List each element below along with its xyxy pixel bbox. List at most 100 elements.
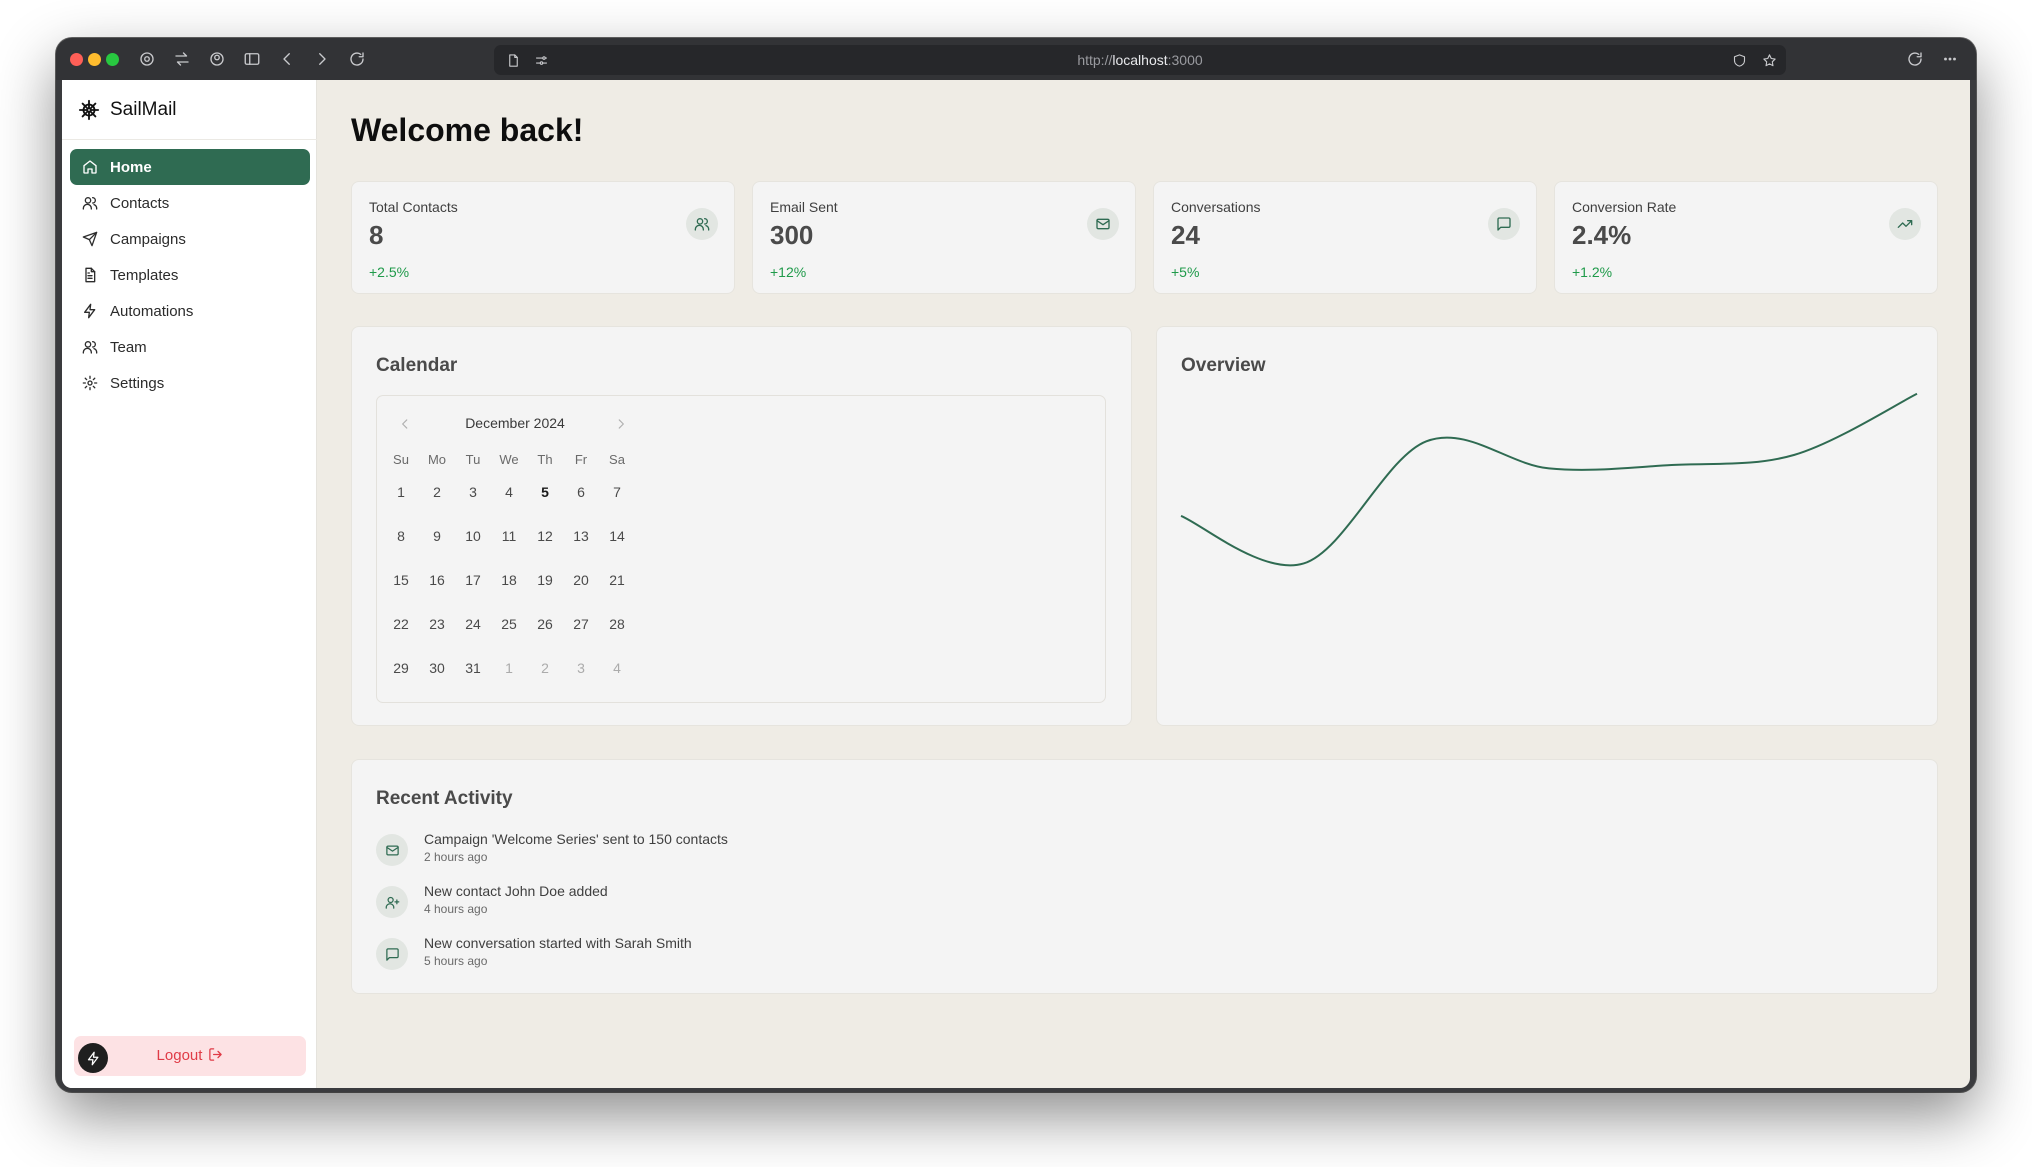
bolt-badge[interactable] [78,1043,108,1073]
sidebar-item-templates[interactable]: Templates [70,257,310,293]
stat-card-email-sent: Email Sent 300 +12% [752,181,1136,294]
calendar-day[interactable]: 26 [527,606,563,642]
calendar-day[interactable]: 5 [527,474,563,510]
calendar-day[interactable]: 22 [383,606,419,642]
overview-series-line [1180,392,1918,567]
url-text: http://localhost:3000 [1077,52,1203,68]
gear-icon[interactable] [135,47,159,71]
sidebar-item-label: Home [110,159,152,176]
activity-text: New conversation started with Sarah Smit… [424,935,692,951]
more-menu-icon[interactable] [1938,47,1962,71]
user-plus-icon [376,886,408,918]
sidebar-item-settings[interactable]: Settings [70,365,310,401]
logout-button[interactable]: Logout [74,1036,306,1076]
calendar-weekday: Mo [427,452,447,467]
calendar-day[interactable]: 24 [455,606,491,642]
team-icon [82,341,98,354]
calendar-day[interactable]: 8 [383,518,419,554]
calendar-day[interactable]: 18 [491,562,527,598]
calendar-weekday: We [499,452,519,467]
calendar-day[interactable]: 1 [491,650,527,686]
calendar-weekday: Fr [574,452,588,467]
settings-icon [82,375,98,391]
calendar-day[interactable]: 17 [455,562,491,598]
activity-time: 4 hours ago [424,902,488,916]
stat-label: Total Contacts [369,199,458,215]
calendar-day[interactable]: 1 [383,474,419,510]
address-bar[interactable]: http://localhost:3000 [494,45,1786,75]
reload-icon[interactable] [345,47,369,71]
calendar-day[interactable]: 6 [563,474,599,510]
calendar-day[interactable]: 29 [383,650,419,686]
browser-window: http://localhost:3000 SailMail Home Cont… [56,38,1976,1092]
send-icon [82,231,98,247]
sidebar-nav: Home Contacts Campaigns Templates Automa… [70,149,310,401]
swap-icon[interactable] [170,47,194,71]
calendar-day[interactable]: 4 [491,474,527,510]
calendar-weekday: Th [537,452,553,467]
calendar-day[interactable]: 3 [455,474,491,510]
calendar-day[interactable]: 30 [419,650,455,686]
calendar-day[interactable]: 4 [599,650,635,686]
zap-icon [84,303,96,319]
calendar-day[interactable]: 3 [563,650,599,686]
sidebar-toggle-icon[interactable] [240,47,264,71]
calendar-day[interactable]: 27 [563,606,599,642]
activity-item: New conversation started with Sarah Smit… [376,935,1076,975]
app-name: SailMail [110,99,177,120]
bookmark-star-icon[interactable] [1758,49,1780,71]
calendar-day[interactable]: 25 [491,606,527,642]
calendar-day[interactable]: 14 [599,518,635,554]
calendar-day[interactable]: 23 [419,606,455,642]
brand[interactable]: SailMail [62,80,317,140]
sidebar-item-home[interactable]: Home [70,149,310,185]
overview-line-chart [1180,392,1918,567]
calendar-day[interactable]: 7 [599,474,635,510]
calendar-day[interactable]: 28 [599,606,635,642]
activity-item: New contact John Doe added 4 hours ago [376,883,1076,923]
stat-value: 24 [1171,220,1200,250]
profile-icon[interactable] [205,47,229,71]
sidebar-item-automations[interactable]: Automations [70,293,310,329]
stat-label: Conversations [1171,199,1261,215]
page-viewport: SailMail Home Contacts Campaigns Templat… [62,80,1970,1088]
calendar-day[interactable]: 10 [455,518,491,554]
calendar-day[interactable]: 15 [383,562,419,598]
extensions-icon[interactable] [1903,47,1927,71]
overview-card: Overview [1156,326,1938,726]
log-out-icon [209,1048,223,1061]
calendar-day[interactable]: 9 [419,518,455,554]
calendar-day[interactable]: 12 [527,518,563,554]
mail-icon [376,834,408,866]
sidebar-item-team[interactable]: Team [70,329,310,365]
calendar-day[interactable]: 21 [599,562,635,598]
shield-icon[interactable] [1728,49,1750,71]
message-square-icon [1488,208,1520,240]
calendar-day[interactable]: 31 [455,650,491,686]
sidebar-item-contacts[interactable]: Contacts [70,185,310,221]
calendar-day[interactable]: 2 [419,474,455,510]
back-icon[interactable] [275,47,299,71]
calendar-day[interactable]: 13 [563,518,599,554]
close-window-button[interactable] [70,53,83,66]
calendar-day[interactable]: 2 [527,650,563,686]
sidebar-item-label: Team [110,339,147,356]
chevron-right-icon [618,419,624,429]
forward-icon[interactable] [310,47,334,71]
sidebar-item-label: Templates [110,267,179,284]
calendar-day[interactable]: 11 [491,518,527,554]
calendar-weekday: Sa [609,452,625,467]
minimize-window-button[interactable] [88,53,101,66]
sidebar-item-campaigns[interactable]: Campaigns [70,221,310,257]
zoom-window-button[interactable] [106,53,119,66]
activity-text: New contact John Doe added [424,883,608,899]
calendar-prev-button[interactable] [391,410,419,438]
stat-value: 2.4% [1572,220,1632,250]
calendar-day[interactable]: 20 [563,562,599,598]
calendar-day[interactable]: 19 [527,562,563,598]
calendar-next-button[interactable] [607,410,635,438]
sidebar-item-label: Contacts [110,195,170,212]
calendar-day[interactable]: 16 [419,562,455,598]
message-square-icon [376,938,408,970]
mail-icon [1087,208,1119,240]
